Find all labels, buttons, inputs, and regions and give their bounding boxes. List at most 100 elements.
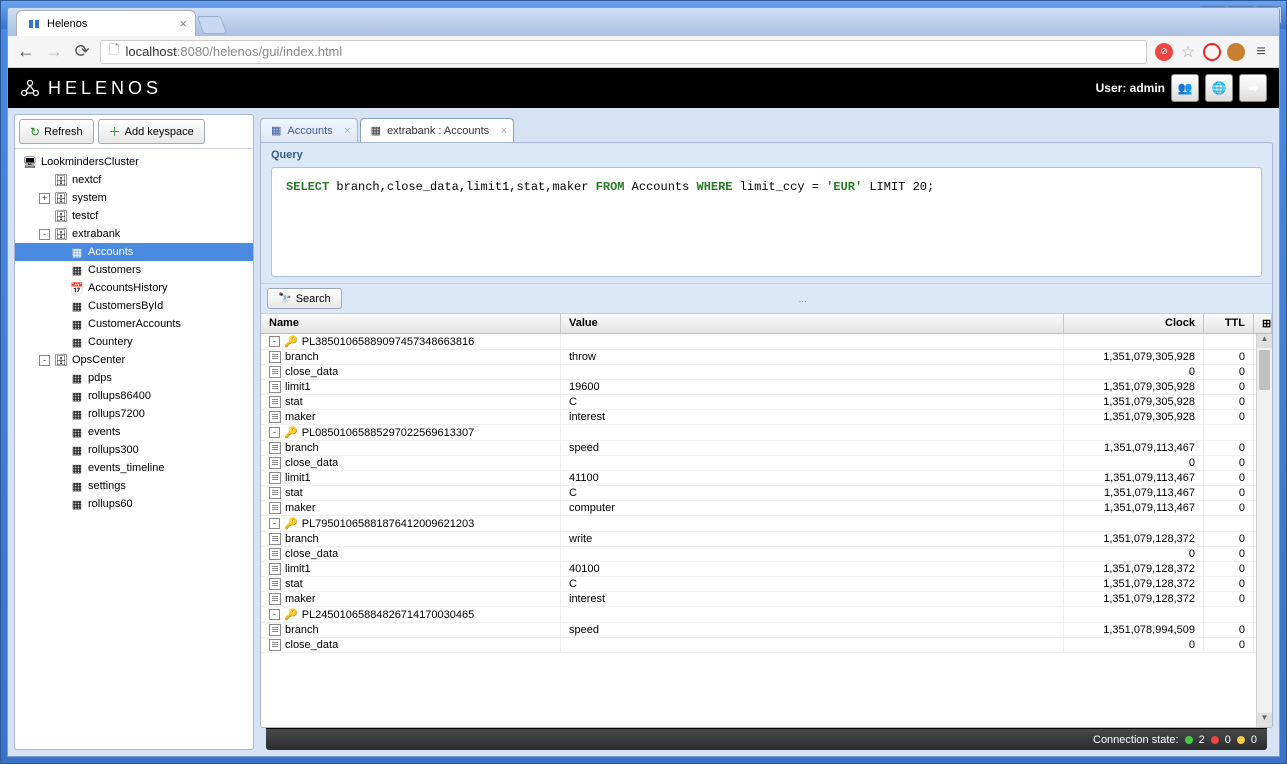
browser-tab[interactable]: Helenos × xyxy=(16,10,196,36)
nav-reload-button[interactable]: ⟳ xyxy=(72,41,92,62)
property-clock: 1,351,079,305,928 xyxy=(1064,410,1204,424)
tree-node[interactable]: 📅AccountsHistory xyxy=(15,279,253,297)
url-host: localhost xyxy=(125,44,176,59)
column-header-ttl[interactable]: TTL xyxy=(1204,314,1254,333)
logout-button[interactable]: ➡ xyxy=(1239,74,1267,102)
grid-property-row[interactable]: close_data00 xyxy=(261,365,1272,380)
tree-node[interactable]: 🗄testcf xyxy=(15,207,253,225)
connections-button[interactable]: 🌐 xyxy=(1205,74,1233,102)
grid-property-row[interactable]: close_data00 xyxy=(261,456,1272,471)
property-value: C xyxy=(561,577,1064,591)
tree-node[interactable]: 🗄nextcf xyxy=(15,171,253,189)
grid-property-row[interactable]: close_data00 xyxy=(261,638,1272,653)
property-name: limit1 xyxy=(285,472,311,484)
tree-node[interactable]: ▦rollups86400 xyxy=(15,387,253,405)
extension-icon[interactable]: ⊘ xyxy=(1155,43,1173,61)
property-clock: 0 xyxy=(1064,456,1204,470)
add-keyspace-button[interactable]: ＋Add keyspace xyxy=(98,119,205,144)
property-icon xyxy=(269,411,281,423)
property-icon xyxy=(269,578,281,590)
row-toggle-icon[interactable]: - xyxy=(269,427,280,438)
tree-node[interactable]: ▦rollups7200 xyxy=(15,405,253,423)
column-config-button[interactable]: ⊞ xyxy=(1254,314,1272,333)
grid-property-row[interactable]: limit1196001,351,079,305,9280 xyxy=(261,380,1272,395)
grid-property-row[interactable]: branchspeed1,351,078,994,5090 xyxy=(261,623,1272,638)
tree-node[interactable]: ▦events xyxy=(15,423,253,441)
row-toggle-icon[interactable]: - xyxy=(269,518,280,529)
grid-property-row[interactable]: makerinterest1,351,079,305,9280 xyxy=(261,410,1272,425)
grid-key-row[interactable]: -🔑PL79501065881876412009621203 xyxy=(261,516,1272,532)
property-value: throw xyxy=(561,350,1064,364)
bookmark-star-icon[interactable]: ☆ xyxy=(1179,43,1197,61)
column-header-value[interactable]: Value xyxy=(561,314,1064,333)
nav-back-button[interactable]: ← xyxy=(16,41,36,62)
tree-node[interactable]: ▦Accounts xyxy=(15,243,253,261)
nav-forward-button[interactable]: → xyxy=(44,41,64,62)
key-icon: 🔑 xyxy=(284,335,298,348)
scroll-thumb[interactable] xyxy=(1259,350,1270,390)
tree-node[interactable]: ▦rollups60 xyxy=(15,495,253,513)
scroll-up-button[interactable]: ▲ xyxy=(1257,334,1272,348)
scroll-down-button[interactable]: ▼ xyxy=(1257,713,1272,727)
binoculars-icon: 🔭 xyxy=(278,292,292,305)
tree-node[interactable]: -🗄OpsCenter xyxy=(15,351,253,369)
refresh-button[interactable]: ↻Refresh xyxy=(19,119,94,144)
tab-close-icon[interactable]: × xyxy=(344,125,350,137)
grid-property-row[interactable]: branchthrow1,351,079,305,9280 xyxy=(261,350,1272,365)
property-value: C xyxy=(561,486,1064,500)
tree-toggle-icon[interactable]: - xyxy=(39,229,50,240)
grid-property-row[interactable]: close_data00 xyxy=(261,547,1272,562)
main-tab[interactable]: ▦Accounts× xyxy=(260,118,358,142)
tree-node[interactable]: ▦Countery xyxy=(15,333,253,351)
grid-property-row[interactable]: statC1,351,079,113,4670 xyxy=(261,486,1272,501)
browser-new-tab-button[interactable] xyxy=(197,16,228,34)
grid-property-row[interactable]: limit1411001,351,079,113,4670 xyxy=(261,471,1272,486)
url-input[interactable]: 🗋 localhost:8080/helenos/gui/index.html xyxy=(100,40,1147,64)
query-editor[interactable]: SELECT branch,close_data,limit1,stat,mak… xyxy=(271,167,1262,277)
tree-node[interactable]: ▦rollups300 xyxy=(15,441,253,459)
grid-property-row[interactable]: makerinterest1,351,079,128,3720 xyxy=(261,592,1272,607)
favicon-icon xyxy=(27,17,41,31)
grid-property-row[interactable]: branchwrite1,351,079,128,3720 xyxy=(261,532,1272,547)
key-icon: 🔑 xyxy=(284,517,298,530)
tree-node[interactable]: ▦Customers xyxy=(15,261,253,279)
tree-node[interactable]: -🗄extrabank xyxy=(15,225,253,243)
grid-property-row[interactable]: statC1,351,079,305,9280 xyxy=(261,395,1272,410)
grid-key-row[interactable]: -🔑PL38501065889097457348663816 xyxy=(261,334,1272,350)
extension-icon[interactable] xyxy=(1203,43,1221,61)
tree-node[interactable]: ▦CustomerAccounts xyxy=(15,315,253,333)
refresh-label: Refresh xyxy=(44,126,83,138)
column-header-clock[interactable]: Clock xyxy=(1064,314,1204,333)
main-tab[interactable]: ▦extrabank : Accounts× xyxy=(360,118,515,142)
grid-property-row[interactable]: limit1401001,351,079,128,3720 xyxy=(261,562,1272,577)
tree-node[interactable]: ▦settings xyxy=(15,477,253,495)
results-grid[interactable]: Name Value Clock TTL ⊞ -🔑PL3850106588909… xyxy=(261,314,1272,727)
users-button[interactable]: 👥 xyxy=(1171,74,1199,102)
browser-tab-close-icon[interactable]: × xyxy=(179,16,187,31)
tree-toggle-icon[interactable]: + xyxy=(39,193,50,204)
grid-property-row[interactable]: makercomputer1,351,079,113,4670 xyxy=(261,501,1272,516)
browser-menu-icon[interactable]: ≡ xyxy=(1251,43,1271,61)
tree-node[interactable]: ▦pdps xyxy=(15,369,253,387)
search-button[interactable]: 🔭Search xyxy=(267,288,342,309)
tree-node[interactable]: ▦CustomersById xyxy=(15,297,253,315)
grid-key-row[interactable]: -🔑PL24501065884826714170030465 xyxy=(261,607,1272,623)
property-clock: 1,351,078,994,509 xyxy=(1064,623,1204,637)
grid-key-row[interactable]: -🔑PL08501065885297022569613307 xyxy=(261,425,1272,441)
grid-property-row[interactable]: branchspeed1,351,079,113,4670 xyxy=(261,441,1272,456)
tab-close-icon[interactable]: × xyxy=(501,125,507,137)
row-toggle-icon[interactable]: - xyxy=(269,336,280,347)
row-toggle-icon[interactable]: - xyxy=(269,609,280,620)
extension-cookie-icon[interactable] xyxy=(1227,43,1245,61)
tree-toggle-icon[interactable]: - xyxy=(39,355,50,366)
property-clock: 1,351,079,113,467 xyxy=(1064,501,1204,515)
cluster-label: LookmindersCluster xyxy=(41,156,139,168)
column-header-name[interactable]: Name xyxy=(261,314,561,333)
tree-cluster-root[interactable]: 🖥 LookmindersCluster xyxy=(15,153,253,171)
tree-node[interactable]: +🗄system xyxy=(15,189,253,207)
vertical-scrollbar[interactable]: ▲ ▼ xyxy=(1256,334,1272,727)
splitter-handle[interactable]: … xyxy=(342,294,1266,304)
grid-property-row[interactable]: statC1,351,079,128,3720 xyxy=(261,577,1272,592)
tree-node[interactable]: ▦events_timeline xyxy=(15,459,253,477)
cluster-tree[interactable]: 🖥 LookmindersCluster 🗄nextcf+🗄system🗄tes… xyxy=(15,149,253,749)
